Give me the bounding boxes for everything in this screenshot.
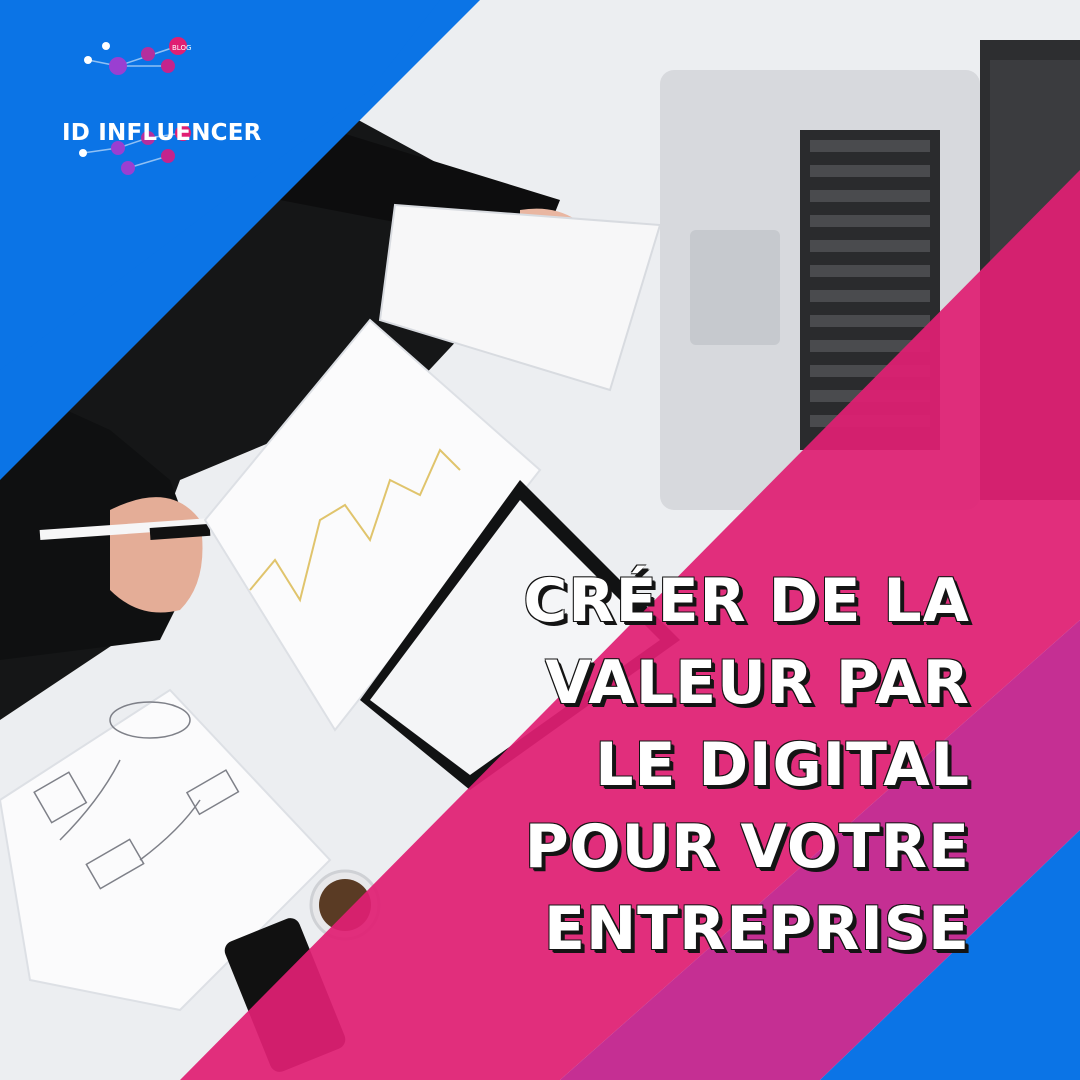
brand-logo: BLOG ID INFLUENCER (28, 28, 268, 198)
headline-line: POUR VOTRE (524, 812, 970, 882)
coffee-cup-icon (309, 869, 381, 941)
headline: CRÉER DE LA VALEUR PAR LE DIGITAL POUR V… (410, 560, 970, 970)
logo-nodes (79, 37, 191, 175)
brand-name: ID INFLUENCER (62, 120, 262, 146)
blog-badge: BLOG (172, 44, 191, 52)
social-post: BLOG ID INFLUENCER CRÉER DE LA VALEUR PA… (0, 0, 1080, 1080)
headline-line: VALEUR PAR (545, 648, 970, 718)
laptop-icon (660, 40, 1080, 510)
network-icon: BLOG (79, 37, 191, 175)
headline-line: CRÉER DE LA (523, 566, 970, 636)
headline-line: LE DIGITAL (595, 730, 970, 800)
headline-line: ENTREPRISE (543, 894, 970, 964)
